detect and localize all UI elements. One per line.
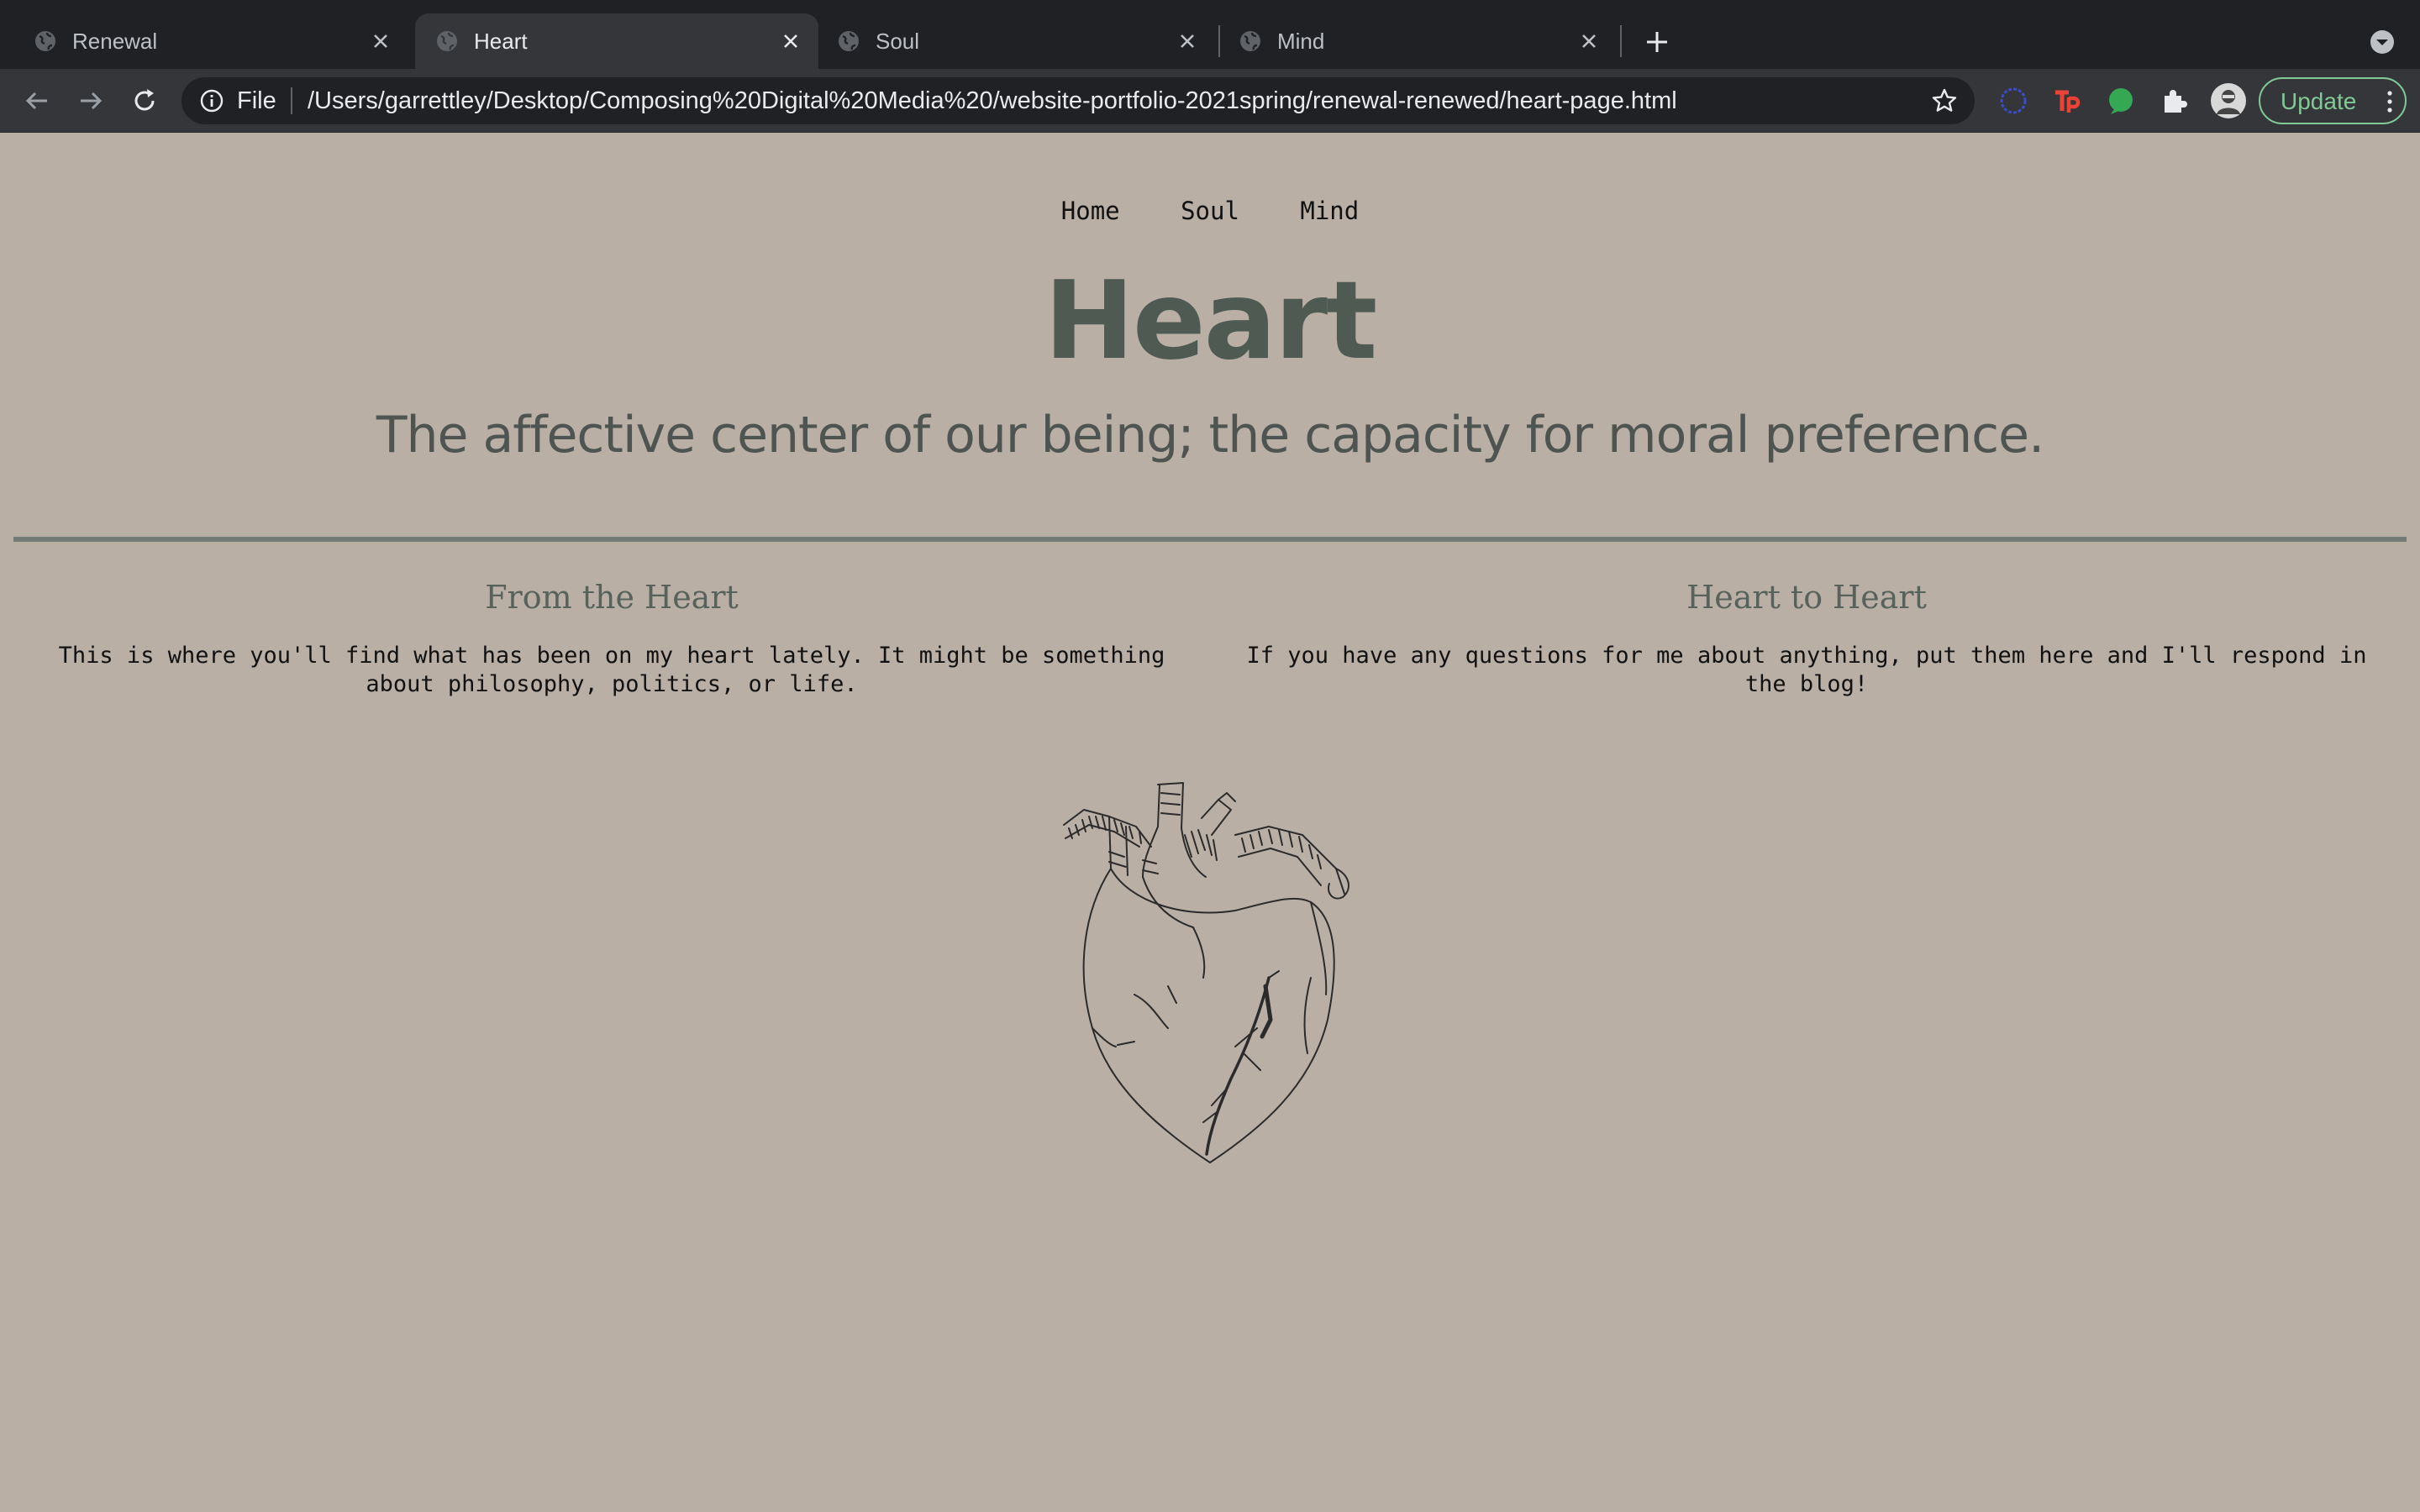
omnibox-divider — [291, 87, 292, 114]
anatomical-heart-illustration — [1063, 782, 1349, 1163]
globe-icon — [839, 31, 859, 51]
tab-title: Mind — [1277, 29, 1325, 54]
puzzle-icon[interactable] — [2158, 84, 2191, 118]
tp-icon[interactable] — [2050, 84, 2084, 118]
scheme-label: File — [237, 87, 276, 114]
divider-rule — [13, 537, 2407, 542]
close-icon[interactable] — [1173, 27, 1202, 55]
column-body: This is where you'll find what has been … — [58, 643, 1165, 697]
tab-title: Renewal — [72, 29, 158, 54]
extension-ring-icon[interactable] — [1996, 84, 2030, 118]
site-nav: Home Soul Mind — [0, 197, 2420, 225]
tab-title: Soul — [876, 29, 920, 54]
column-from-the-heart: From the Heart This is where you'll find… — [32, 576, 1192, 699]
nav-link-mind[interactable]: Mind — [1300, 197, 1359, 225]
nav-link-home[interactable]: Home — [1061, 197, 1120, 225]
close-icon[interactable] — [776, 27, 805, 55]
page-tagline: The affective center of our being; the c… — [376, 406, 2044, 465]
star-icon[interactable] — [1929, 86, 1960, 116]
page-title: Heart — [1044, 259, 1378, 384]
kebab-icon[interactable] — [2383, 87, 2396, 116]
column-heading[interactable]: Heart to Heart — [1227, 576, 2386, 618]
tab-mind[interactable]: Mind — [1218, 13, 1617, 69]
address-bar[interactable]: File /Users/garrettley/Desktop/Composing… — [182, 77, 1975, 124]
globe-icon — [35, 31, 55, 51]
globe-icon — [1240, 31, 1260, 51]
tab-separator — [1620, 25, 1622, 57]
avatar[interactable] — [2210, 82, 2247, 119]
page-content: Home Soul Mind Heart The affective cente… — [0, 133, 2420, 1512]
close-icon[interactable] — [366, 27, 395, 55]
column-heart-to-heart: Heart to Heart If you have any questions… — [1227, 576, 2386, 699]
close-icon[interactable] — [1575, 27, 1603, 55]
green-dot-icon[interactable] — [2104, 84, 2138, 118]
forward-arrow-icon[interactable] — [74, 84, 108, 118]
tab-heart[interactable]: Heart — [415, 13, 818, 69]
column-body: If you have any questions for me about a… — [1246, 643, 2367, 697]
reload-icon[interactable] — [128, 84, 161, 118]
tab-soul[interactable]: Soul — [817, 13, 1215, 69]
tab-strip: Renewal Heart Soul Mind — [0, 0, 2420, 69]
column-heading[interactable]: From the Heart — [32, 576, 1192, 618]
back-arrow-icon[interactable] — [20, 84, 54, 118]
tab-renewal[interactable]: Renewal — [13, 13, 408, 69]
update-label: Update — [2281, 88, 2357, 114]
browser-toolbar: File /Users/garrettley/Desktop/Composing… — [0, 69, 2420, 133]
tab-title: Heart — [474, 29, 528, 54]
url-text[interactable]: /Users/garrettley/Desktop/Composing%20Di… — [308, 87, 1677, 115]
update-button[interactable]: Update — [2259, 77, 2407, 124]
nav-link-soul[interactable]: Soul — [1181, 197, 1239, 225]
info-icon[interactable] — [198, 87, 225, 114]
plus-icon[interactable] — [1640, 25, 1674, 59]
chevron-down-icon[interactable] — [2368, 28, 2396, 56]
globe-icon — [437, 31, 457, 51]
